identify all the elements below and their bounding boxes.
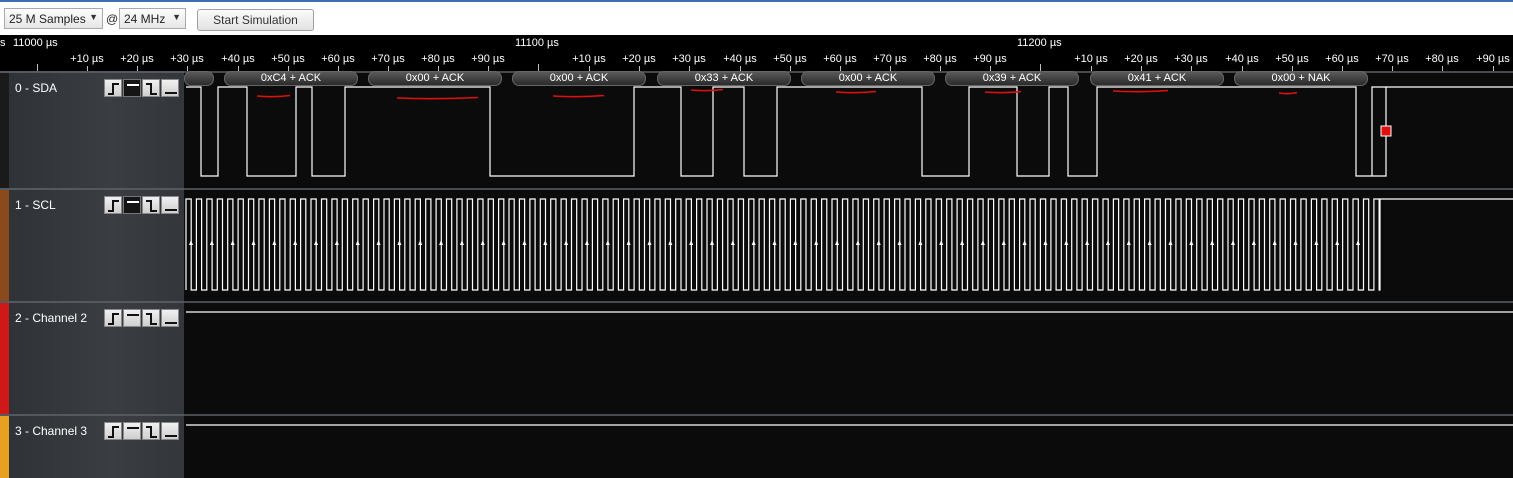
rising-edge-arrow-icon	[668, 240, 673, 245]
rising-edge-arrow-icon	[710, 240, 714, 245]
rising-edge-arrow-icon	[751, 240, 756, 245]
rising-edge-arrow-icon	[1356, 240, 1361, 245]
rising-edge-arrow-icon	[1272, 240, 1277, 245]
rising-edge-arrow-icon	[1001, 240, 1006, 245]
rising-edge-arrow-icon	[1335, 240, 1340, 245]
rising-edge-arrow-icon	[689, 240, 694, 245]
rising-edge-arrow-icon	[1064, 240, 1069, 245]
rising-edge-arrow-icon	[918, 240, 923, 245]
rising-edge-arrow-icon	[314, 240, 319, 245]
rising-edge-arrow-icon	[772, 240, 777, 245]
rising-edge-arrow-icon	[1314, 240, 1319, 245]
rising-edge-arrow-icon	[293, 240, 298, 245]
rising-edge-arrow-icon	[814, 240, 819, 245]
error-marker-icon[interactable]	[1380, 125, 1392, 137]
rising-edge-arrow-icon	[480, 240, 485, 245]
rising-edge-arrow-icon	[605, 240, 610, 245]
rising-edge-arrow-icon	[855, 240, 860, 245]
i2c-annotation-start[interactable]	[184, 71, 214, 86]
rising-edge-arrow-icon	[1293, 240, 1298, 245]
annotation-underline	[984, 90, 1022, 94]
rising-edge-arrow-icon	[1189, 240, 1194, 245]
annotation-underline	[552, 94, 605, 98]
rising-edge-arrow-icon	[584, 240, 589, 245]
rising-edge-arrow-icon	[1251, 240, 1256, 245]
rising-edge-arrow-icon	[418, 240, 423, 245]
rising-edge-arrow-icon	[876, 240, 881, 245]
rising-edge-arrow-icon	[230, 240, 235, 245]
rising-edge-arrow-icon	[835, 240, 840, 245]
rising-edge-arrow-icon	[376, 240, 381, 245]
rising-edge-arrow-icon	[897, 240, 902, 245]
rising-edge-arrow-icon	[730, 240, 735, 245]
rising-edge-arrow-icon	[1126, 240, 1131, 245]
annotation-underline	[256, 94, 291, 98]
annotation-underline	[1278, 91, 1298, 95]
rising-edge-arrow-icon	[1210, 240, 1215, 245]
rising-edge-arrow-icon	[543, 240, 548, 245]
i2c-annotation[interactable]: 0xC4 + ACK	[224, 71, 358, 86]
scl-waveform	[185, 198, 1513, 291]
i2c-annotation[interactable]: 0x00 + NAK	[1234, 71, 1368, 86]
i2c-annotation[interactable]: 0x41 + ACK	[1090, 71, 1224, 86]
rising-edge-arrow-icon	[564, 240, 569, 245]
rising-edge-arrow-icon	[251, 240, 256, 245]
i2c-annotation[interactable]: 0x00 + ACK	[801, 71, 935, 86]
rising-edge-arrow-icon	[939, 240, 944, 245]
rising-edge-arrow-icon	[1147, 240, 1152, 245]
rising-edge-arrow-icon	[1022, 240, 1027, 245]
rising-edge-arrow-icon	[960, 240, 965, 245]
rising-edge-arrow-icon	[647, 240, 652, 245]
i2c-annotation-bar: 0xC4 + ACK 0x00 + ACK 0x00 + ACK 0x33 + ACK…	[184, 71, 1513, 89]
annotation-underline	[396, 96, 479, 100]
rising-edge-arrow-icon	[626, 240, 631, 245]
rising-edge-arrow-icon	[980, 240, 985, 245]
rising-edge-arrow-icon	[1231, 240, 1235, 245]
rising-edge-arrow-icon	[1043, 240, 1048, 245]
annotation-underline	[1112, 89, 1169, 93]
i2c-annotation[interactable]: 0x33 + ACK	[657, 71, 791, 86]
i2c-annotation[interactable]: 0x00 + ACK	[512, 71, 646, 86]
rising-edge-arrow-icon	[1085, 240, 1090, 245]
rising-edge-arrow-icon	[272, 240, 277, 245]
rising-edge-arrow-icon	[501, 240, 506, 245]
rising-edge-arrow-icon	[1168, 240, 1173, 245]
rising-edge-arrow-icon	[793, 240, 798, 245]
i2c-annotation[interactable]: 0x00 + ACK	[368, 71, 502, 86]
rising-edge-arrow-icon	[209, 240, 214, 245]
rising-edge-arrow-icon	[459, 240, 464, 245]
rising-edge-arrow-icon	[397, 240, 402, 245]
sda-waveform	[186, 86, 1513, 177]
annotation-underline	[690, 88, 724, 92]
rising-edge-arrow-icon	[355, 240, 360, 245]
rising-edge-arrow-icon	[189, 240, 193, 245]
i2c-annotation[interactable]: 0x39 + ACK	[945, 71, 1079, 86]
rising-edge-arrow-icon	[439, 240, 444, 245]
rising-edge-arrow-icon	[522, 240, 527, 245]
annotation-underline	[835, 90, 877, 94]
rising-edge-arrow-icon	[1105, 240, 1110, 245]
rising-edge-arrow-icon	[334, 240, 339, 245]
